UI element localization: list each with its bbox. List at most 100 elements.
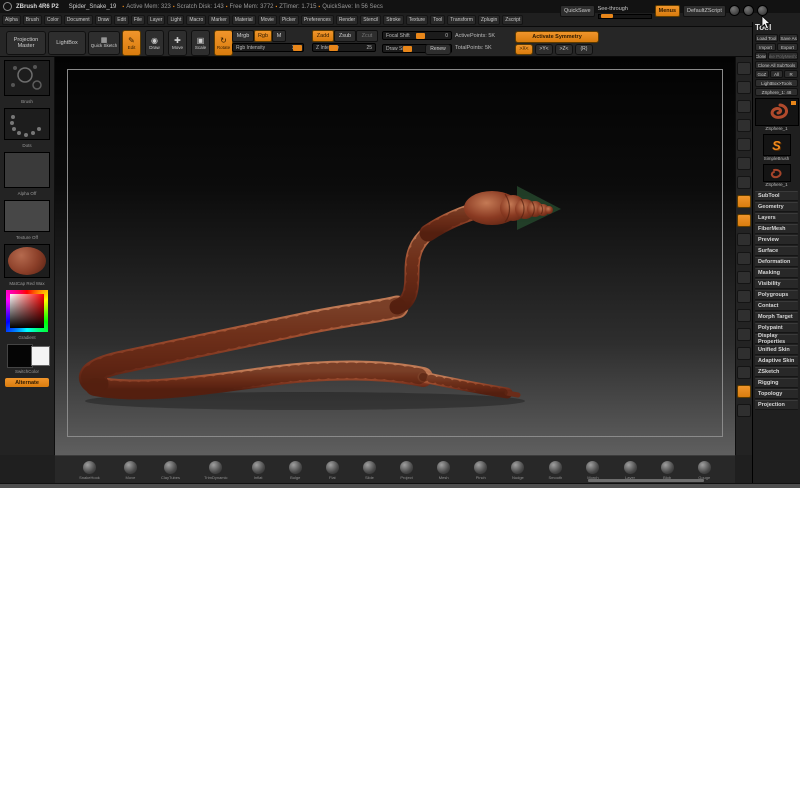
section-adaptive-skin[interactable]: Adaptive Skin (755, 356, 798, 366)
section-unified-skin[interactable]: Unified Skin (755, 345, 798, 355)
menu-item-movie[interactable]: Movie (257, 14, 277, 25)
menu-item-light[interactable]: Light (167, 14, 185, 25)
tray-item-bulge[interactable]: Bulge (288, 460, 302, 480)
mode-button-edit[interactable]: ✎ Edit (122, 30, 141, 56)
mode-button-rotate[interactable]: ↻ Rotate (214, 30, 233, 56)
zadd-button[interactable]: Zadd (312, 30, 334, 42)
section-fibermesh[interactable]: FiberMesh (755, 224, 798, 234)
section-geometry[interactable]: Geometry (755, 202, 798, 212)
right-strip-button-1[interactable] (737, 62, 751, 75)
menu-item-brush[interactable]: Brush (22, 14, 42, 25)
color-picker-gradient[interactable] (10, 294, 44, 328)
default-zscript-button[interactable]: DefaultZScript (683, 5, 726, 17)
tool-button-save-as[interactable]: Save As (779, 34, 798, 42)
active-tool-thumbnail[interactable] (755, 98, 799, 126)
current-alpha-thumbnail[interactable] (4, 152, 50, 188)
menu-item-draw[interactable]: Draw (94, 14, 113, 25)
right-strip-button-13[interactable] (737, 290, 751, 303)
current-texture-thumbnail[interactable] (4, 200, 50, 232)
symmetry-x-button[interactable]: >X< (515, 44, 533, 55)
menu-item-layer[interactable]: Layer (146, 14, 166, 25)
menu-item-render[interactable]: Render (335, 14, 359, 25)
z-intensity-slider[interactable]: Z Intensity 25 (312, 43, 376, 52)
tray-item-blob[interactable]: Blob (660, 460, 674, 480)
tray-scrollbar[interactable] (588, 479, 704, 482)
section-layers[interactable]: Layers (755, 213, 798, 223)
see-through-slider[interactable]: See-through (597, 5, 652, 19)
see-through-track[interactable] (597, 14, 652, 19)
section-topology[interactable]: Topology (755, 389, 798, 399)
tray-item-mesh[interactable]: Mesh (437, 460, 451, 480)
right-strip-button-19[interactable] (737, 404, 751, 417)
mode-button-draw[interactable]: ◉ Draw (145, 30, 164, 56)
current-material-thumbnail[interactable] (4, 244, 50, 278)
section-polypaint[interactable]: Polypaint (755, 323, 798, 333)
right-strip-button-8[interactable] (737, 195, 751, 208)
mrgb-button[interactable]: Mrgb (232, 30, 254, 42)
tray-item-morph[interactable]: Morph (586, 460, 600, 480)
tool-button-all[interactable]: All (769, 70, 784, 78)
menu-item-zplugin[interactable]: Zplugin (477, 14, 501, 25)
main-color-swatch[interactable] (7, 344, 33, 368)
symmetry-y-button[interactable]: >Y< (535, 44, 553, 55)
section-visibility[interactable]: Visibility (755, 279, 798, 289)
z-intensity-nub[interactable] (329, 45, 338, 51)
tool-button-r[interactable]: R (784, 70, 799, 78)
interface-circle-icon[interactable] (756, 5, 768, 16)
menu-item-marker[interactable]: Marker (208, 14, 230, 25)
activate-symmetry-button[interactable]: Activate Symmetry (515, 31, 599, 43)
interface-circle-icon[interactable] (742, 5, 754, 16)
tool-button-clone-all-subtools[interactable]: Clone All SubTools (755, 61, 798, 69)
menu-item-stencil[interactable]: Stencil (360, 14, 382, 25)
tray-item-trimdynamic[interactable]: TrimDynamic (204, 460, 228, 480)
rgb-intensity-slider[interactable]: Rgb Intensity 100 (232, 43, 304, 52)
menu-item-color[interactable]: Color (43, 14, 62, 25)
tool-slot-zsphere[interactable] (762, 164, 791, 182)
section-deformation[interactable]: Deformation (755, 257, 798, 267)
document-canvas[interactable] (55, 57, 735, 455)
menu-item-picker[interactable]: Picker (278, 14, 299, 25)
tray-item-smooth[interactable]: Smooth (549, 460, 562, 480)
alternate-button[interactable]: Alternate (5, 378, 49, 387)
tray-item-snakehook[interactable]: SnakeHook (79, 460, 100, 480)
section-zsketch[interactable]: ZSketch (755, 367, 798, 377)
tool-button-export[interactable]: Export (777, 43, 798, 51)
see-through-nub[interactable] (600, 14, 613, 18)
right-strip-button-7[interactable] (737, 176, 751, 189)
menu-item-zscript[interactable]: Zscript (502, 14, 524, 25)
right-strip-button-18[interactable] (737, 385, 751, 398)
right-strip-button-15[interactable] (737, 328, 751, 341)
right-strip-button-4[interactable] (737, 119, 751, 132)
section-contact[interactable]: Contact (755, 301, 798, 311)
symmetry-r-button[interactable]: (R) (575, 44, 593, 55)
tool-button-lightbox-tools[interactable]: LightBox>Tools (755, 79, 798, 87)
tool-button-import[interactable]: Import (755, 43, 776, 51)
right-strip-button-2[interactable] (737, 81, 751, 94)
section-masking[interactable]: Masking (755, 268, 798, 278)
right-strip-button-12[interactable] (737, 271, 751, 284)
tray-item-move[interactable]: Move (123, 460, 137, 480)
tool-button-zsphere-1-48[interactable]: ZSphere_1: 48 (755, 88, 798, 96)
menu-item-material[interactable]: Material (231, 14, 256, 25)
m-button[interactable]: M (272, 30, 286, 42)
tool-button-make-polymesh3d[interactable]: Make PolyMesh3D (767, 52, 798, 60)
tray-item-nudge[interactable]: Nudge (511, 460, 525, 480)
tray-item-slide[interactable]: Slide (362, 460, 376, 480)
secondary-color-swatch[interactable] (31, 346, 50, 366)
renew-button[interactable]: Renew (425, 44, 451, 55)
right-strip-button-3[interactable] (737, 100, 751, 113)
section-polygroups[interactable]: Polygroups (755, 290, 798, 300)
right-strip-button-10[interactable] (737, 233, 751, 246)
mode-button-scale[interactable]: ▣ Scale (191, 30, 210, 56)
zsub-button[interactable]: Zsub (334, 30, 356, 42)
tray-item-inflat[interactable]: Inflat (251, 460, 265, 480)
right-strip-button-9[interactable] (737, 214, 751, 227)
menu-item-preferences[interactable]: Preferences (300, 14, 334, 25)
tray-item-gouge[interactable]: Gouge (697, 460, 711, 480)
focal-shift-slider[interactable]: Focal Shift 0 (382, 31, 452, 40)
section-display-properties[interactable]: Display Properties (755, 333, 798, 345)
menu-item-tool[interactable]: Tool (430, 14, 446, 25)
tray-item-flat[interactable]: Flat (325, 460, 339, 480)
right-strip-button-16[interactable] (737, 347, 751, 360)
mode-button-move[interactable]: ✚ Move (168, 30, 187, 56)
